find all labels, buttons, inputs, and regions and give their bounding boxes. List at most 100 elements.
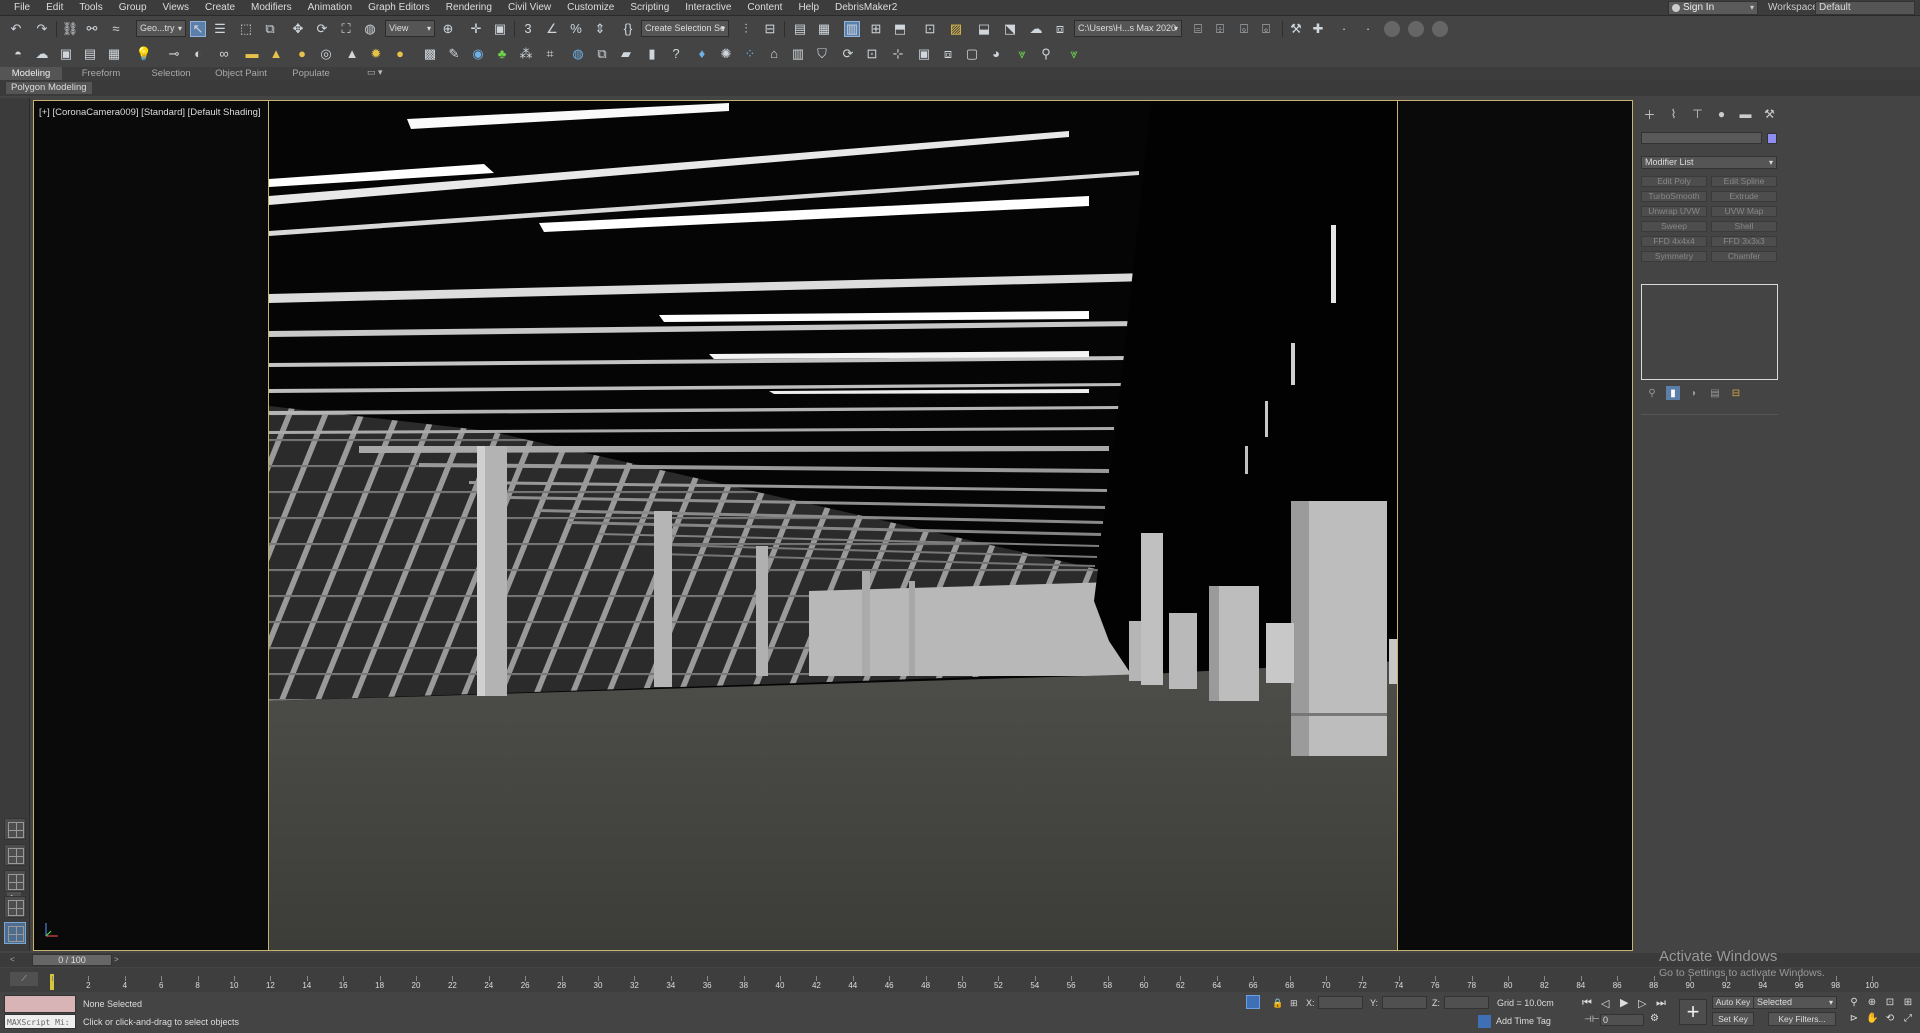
window-icon[interactable]: ▢: [964, 46, 980, 62]
pan-icon[interactable]: ✋: [1866, 1013, 1878, 1025]
layout-preset-button[interactable]: [4, 896, 26, 918]
circle-icon[interactable]: [1408, 21, 1424, 37]
move-icon[interactable]: ✥: [290, 21, 306, 37]
cluster-icon[interactable]: ⁘: [742, 46, 758, 62]
edit-spline-button[interactable]: Edit Spline: [1711, 176, 1777, 187]
eye-icon[interactable]: ◕: [988, 46, 1004, 62]
move-tool-icon[interactable]: ✚: [1310, 21, 1326, 37]
track-ruler[interactable]: 2 4 6 8 10 12 14 16 18 20 22 24 26 28 30 32 34 36 38 40 42 44…: [50, 968, 1880, 992]
ribbon-tab-freeform[interactable]: Freeform: [70, 67, 132, 80]
render-production-icon[interactable]: ⬓: [976, 21, 992, 37]
render-iterative-icon[interactable]: ⬔: [1002, 21, 1018, 37]
layout-preset-button[interactable]: [4, 818, 26, 840]
undo-icon[interactable]: ↶: [8, 21, 24, 37]
turbosmooth-button[interactable]: TurboSmooth: [1641, 191, 1707, 202]
mirror-icon[interactable]: ⫶: [738, 21, 754, 37]
schematic-view-icon[interactable]: ⊞: [868, 21, 884, 37]
pin-icon[interactable]: ⚲: [1038, 46, 1054, 62]
torus-icon[interactable]: ◎: [318, 46, 334, 62]
selection-filter-dropdown[interactable]: Geo...try ▾: [136, 20, 186, 37]
angle-snap-icon[interactable]: ∠: [544, 21, 560, 37]
unwrap-uvw-button[interactable]: Unwrap UVW: [1641, 206, 1707, 217]
link-icon[interactable]: ⛓: [62, 21, 79, 37]
menu-edit[interactable]: Edit: [38, 0, 71, 16]
menu-civil-view[interactable]: Civil View: [500, 0, 559, 16]
sweep-button[interactable]: Sweep: [1641, 221, 1707, 232]
polygon-modeling-panel[interactable]: Polygon Modeling: [6, 82, 92, 94]
edit-icon[interactable]: ⧈: [940, 46, 956, 62]
auto-key-button[interactable]: Auto Key: [1712, 996, 1754, 1009]
edit-poly-button[interactable]: Edit Poly: [1641, 176, 1707, 187]
reference-coordinate-dropdown[interactable]: View ▾: [385, 20, 435, 37]
light-bulb-icon[interactable]: 💡: [136, 46, 152, 62]
workspace-select[interactable]: Default: [1815, 1, 1915, 15]
curve-editor-icon[interactable]: ▥: [844, 21, 860, 37]
frame-icon[interactable]: ▣: [916, 46, 932, 62]
project-folder-dropdown[interactable]: C:\Users\H...s Max 2020 ▾: [1074, 20, 1182, 37]
orbit-icon[interactable]: ⟲: [1884, 1013, 1896, 1025]
set-project-icon[interactable]: ⌹: [1212, 21, 1228, 37]
sparkle-icon[interactable]: ✺: [718, 46, 734, 62]
key-selection-dropdown[interactable]: Selected ▾: [1753, 996, 1837, 1009]
time-slider[interactable]: 0 / 100: [32, 954, 112, 966]
slate-icon[interactable]: ▮: [644, 46, 660, 62]
show-end-result-icon[interactable]: ▮: [1666, 386, 1680, 400]
paint-icon[interactable]: ✎: [446, 46, 462, 62]
modify-tab-icon[interactable]: ⌇: [1665, 106, 1682, 122]
object-color-swatch[interactable]: [1767, 133, 1777, 144]
window-crossing-icon[interactable]: ⧉: [262, 21, 278, 37]
image-icon[interactable]: ▣: [58, 46, 74, 62]
next-frame-icon[interactable]: ▷: [1638, 997, 1646, 1010]
shell-button[interactable]: Shell: [1711, 221, 1777, 232]
figure-icon[interactable]: ⛉: [814, 46, 830, 62]
render-shortcuts-icon[interactable]: ⧈: [1052, 21, 1068, 37]
render-view-icon[interactable]: ⧉: [594, 46, 610, 62]
chevron-double-down-icon[interactable]: ⩔: [1066, 46, 1082, 62]
uvw-map-button[interactable]: UVW Map: [1711, 206, 1777, 217]
scale-icon[interactable]: ⛶: [338, 21, 354, 37]
globe-icon[interactable]: ◉: [470, 46, 486, 62]
remove-modifier-icon[interactable]: ▤: [1708, 386, 1722, 400]
open-folder-icon[interactable]: ⌸: [1190, 21, 1206, 37]
rectangular-selection-icon[interactable]: ⬚: [238, 21, 254, 37]
play-icon[interactable]: ▶: [1620, 996, 1628, 1009]
grid-icon[interactable]: ▤: [82, 46, 98, 62]
menu-file[interactable]: File: [6, 0, 38, 16]
utilities-tab-icon[interactable]: ⚒: [1761, 106, 1778, 122]
percent-snap-icon[interactable]: %: [568, 21, 584, 37]
key-mode-toggle-icon[interactable]: ⊣⊢: [1584, 1014, 1600, 1025]
select-object-icon[interactable]: ↖: [190, 21, 206, 37]
edit-named-selection-icon[interactable]: {}: [620, 21, 636, 37]
pyramid-icon[interactable]: ▲: [344, 46, 360, 62]
material-editor-icon[interactable]: ⬒: [892, 21, 908, 37]
y-coordinate-field[interactable]: [1382, 996, 1427, 1009]
menu-rendering[interactable]: Rendering: [438, 0, 500, 16]
chevron-double-down-icon[interactable]: ⩔: [1014, 46, 1030, 62]
isolate-selection-icon[interactable]: [1246, 995, 1260, 1009]
menu-animation[interactable]: Animation: [300, 0, 360, 16]
maxscript-listener-input[interactable]: [4, 995, 76, 1013]
menu-modifiers[interactable]: Modifiers: [243, 0, 300, 16]
shelf-icon[interactable]: ◓: [10, 46, 26, 62]
menu-tools[interactable]: Tools: [71, 0, 110, 16]
sun-icon[interactable]: ✹: [368, 46, 384, 62]
zoom-icon[interactable]: ⚲: [1848, 997, 1860, 1009]
place-icon[interactable]: ◍: [362, 21, 378, 37]
scatter-icon[interactable]: ⁂: [518, 46, 534, 62]
absolute-mode-icon[interactable]: ⊞: [1290, 998, 1298, 1009]
current-frame-field[interactable]: 0: [1600, 1014, 1644, 1026]
cloud-icon[interactable]: ☁: [34, 46, 50, 62]
teapot-icon[interactable]: ◐: [190, 46, 206, 62]
field-of-view-icon[interactable]: ⊳: [1848, 1013, 1860, 1025]
previous-frame-icon[interactable]: ◁: [1601, 997, 1609, 1010]
zoom-extents-icon[interactable]: ⊡: [1884, 997, 1896, 1009]
rendered-frame-window-icon[interactable]: ▨: [948, 21, 964, 37]
circle-icon[interactable]: [1432, 21, 1448, 37]
ball-icon[interactable]: ●: [392, 46, 408, 62]
circle-icon[interactable]: [1384, 21, 1400, 37]
cone-icon[interactable]: ▲: [268, 46, 284, 62]
selection-lock-icon[interactable]: 🔒: [1272, 998, 1283, 1009]
set-key-button[interactable]: Set Key: [1712, 1012, 1754, 1026]
z-coordinate-field[interactable]: [1444, 996, 1489, 1009]
bulb-blue-icon[interactable]: ♦: [694, 46, 710, 62]
